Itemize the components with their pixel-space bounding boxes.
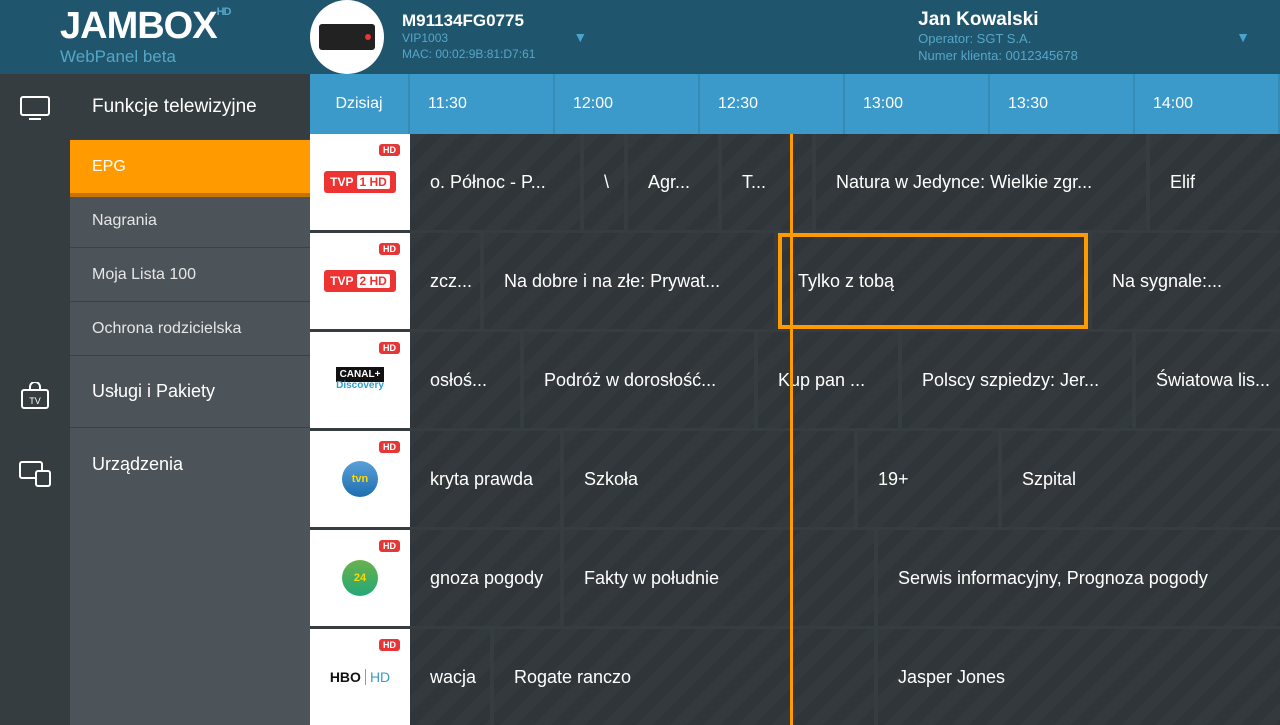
program-cell[interactable]: o. Północ - P... (410, 134, 580, 230)
program-track: gnoza pogodyFakty w południeSerwis infor… (410, 530, 1280, 626)
program-cell[interactable]: Agr... (628, 134, 718, 230)
hd-badge: HD (379, 639, 400, 651)
device-image (310, 0, 384, 74)
channel-cell[interactable]: HD TVP1 HD (310, 134, 410, 230)
user-name: Jan Kowalski (918, 9, 1198, 31)
svg-text:TV: TV (29, 396, 41, 406)
program-cell[interactable]: zcz... (410, 233, 480, 329)
program-cell[interactable]: kryta prawda (410, 431, 560, 527)
program-cell[interactable]: gnoza pogody (410, 530, 560, 626)
channel-cell[interactable]: HD CANAL+Discovery (310, 332, 410, 428)
time-cell[interactable]: 14:00 (1135, 74, 1280, 134)
program-cell[interactable]: Na sygnale:... (1092, 233, 1280, 329)
user-clientno: Numer klienta: 0012345678 (918, 48, 1198, 65)
hd-badge: HD (379, 144, 400, 156)
nav-item-epg[interactable]: EPG (70, 140, 310, 194)
hd-badge: HD (379, 441, 400, 453)
channel-logo: TVP2 HD (324, 270, 396, 292)
program-cell[interactable]: Szpital (1002, 431, 1280, 527)
program-cell[interactable]: \ (584, 134, 624, 230)
epg-row: HD TVP2 HD zcz...Na dobre i na złe: Prywat… (310, 233, 1280, 329)
channel-logo: HBOHD (330, 669, 390, 685)
program-cell[interactable]: Jasper Jones (878, 629, 1280, 725)
program-track: o. Północ - P...\Agr...T...Natura w Jedy… (410, 134, 1280, 230)
nav-item-mylist[interactable]: Moja Lista 100 (70, 248, 310, 302)
program-cell[interactable]: Szkoła (564, 431, 854, 527)
hd-badge: HD (379, 540, 400, 552)
logo-block: JAMBOXHD WebPanel beta (0, 7, 310, 67)
hd-badge: HD (379, 342, 400, 354)
user-selector[interactable]: Jan Kowalski Operator: SGT S.A. Numer kl… (918, 9, 1250, 65)
logo: JAMBOXHD (60, 7, 310, 45)
program-track: zcz...Na dobre i na złe: Prywat...Tylko … (410, 233, 1280, 329)
logo-subtitle: WebPanel beta (60, 47, 310, 67)
time-cell[interactable]: 12:30 (700, 74, 845, 134)
epg-row: HD CANAL+Discovery osłoś...Podróż w dorosł… (310, 332, 1280, 428)
channel-cell[interactable]: HD TVP2 HD (310, 233, 410, 329)
logo-hd-badge: HD (217, 6, 231, 18)
today-cell[interactable]: Dzisiaj (310, 74, 410, 134)
nav-item-parental[interactable]: Ochrona rodzicielska (70, 302, 310, 356)
icon-rail: TV (0, 74, 70, 725)
nav-item-recordings[interactable]: Nagrania (70, 194, 310, 248)
time-cell[interactable]: 13:30 (990, 74, 1135, 134)
channel-logo: 24 (342, 560, 378, 596)
program-track: kryta prawdaSzkoła19+Szpital (410, 431, 1280, 527)
time-cell[interactable]: 12:00 (555, 74, 700, 134)
epg-grid: Dzisiaj 11:3012:0012:3013:0013:3014:00 H… (310, 74, 1280, 725)
program-cell[interactable]: Serwis informacyjny, Prognoza pogody (878, 530, 1280, 626)
hd-badge: HD (379, 243, 400, 255)
chevron-down-icon[interactable]: ▼ (1216, 29, 1250, 45)
header: JAMBOXHD WebPanel beta M91134FG0775 VIP1… (0, 0, 1280, 74)
devices-icon[interactable] (18, 460, 52, 488)
program-cell[interactable]: osłoś... (410, 332, 520, 428)
tv-icon[interactable] (18, 94, 52, 122)
channel-cell[interactable]: HD24 (310, 530, 410, 626)
device-name: M91134FG0775 (402, 11, 535, 31)
channel-logo: tvn (342, 461, 378, 497)
nav-group-services[interactable]: Usługi i Pakiety (70, 356, 310, 428)
channel-logo: CANAL+Discovery (336, 369, 385, 391)
program-track: osłoś...Podróż w dorosłość...Kup pan ...… (410, 332, 1280, 428)
channel-logo: TVP1 HD (324, 171, 396, 193)
nav-group-devices[interactable]: Urządzenia (70, 428, 310, 500)
sidebar: Funkcje telewizyjne EPG Nagrania Moja Li… (70, 74, 310, 725)
epg-row: HD24gnoza pogodyFakty w południeSerwis i… (310, 530, 1280, 626)
main: TV Funkcje telewizyjne EPG Nagrania Moja… (0, 74, 1280, 725)
epg-rows: HD TVP1 HD o. Północ - P...\Agr...T...Natu… (310, 134, 1280, 725)
program-cell[interactable]: Polscy szpiedzy: Jer... (902, 332, 1132, 428)
device-mac: MAC: 00:02:9B:81:D7:61 (402, 47, 535, 63)
device-selector[interactable]: M91134FG0775 VIP1003 MAC: 00:02:9B:81:D7… (310, 0, 918, 74)
program-cell[interactable]: Rogate ranczo (494, 629, 874, 725)
time-cell[interactable]: 13:00 (845, 74, 990, 134)
time-header: Dzisiaj 11:3012:0012:3013:0013:3014:00 (310, 74, 1280, 134)
program-cell-selected[interactable]: Tylko z tobą (778, 233, 1088, 329)
user-operator: Operator: SGT S.A. (918, 31, 1198, 48)
program-cell[interactable]: Na dobre i na złe: Prywat... (484, 233, 774, 329)
program-cell[interactable]: Kup pan ... (758, 332, 898, 428)
epg-row: HDtvnkryta prawdaSzkoła19+Szpital (310, 431, 1280, 527)
nav-group-tv[interactable]: Funkcje telewizyjne (70, 74, 310, 140)
channel-cell[interactable]: HD HBOHD (310, 629, 410, 725)
program-track: wacjaRogate ranczoJasper Jones (410, 629, 1280, 725)
now-indicator (790, 134, 793, 725)
program-cell[interactable]: Fakty w południe (564, 530, 874, 626)
chevron-down-icon[interactable]: ▼ (553, 29, 627, 45)
channel-cell[interactable]: HDtvn (310, 431, 410, 527)
program-cell[interactable]: Natura w Jedynce: Wielkie zgr... (816, 134, 1146, 230)
time-cell[interactable]: 11:30 (410, 74, 555, 134)
services-icon[interactable]: TV (18, 382, 52, 410)
epg-row: HD TVP1 HD o. Północ - P...\Agr...T...Natu… (310, 134, 1280, 230)
program-cell[interactable]: T... (722, 134, 812, 230)
device-profile: VIP1003 (402, 31, 535, 47)
epg-row: HD HBOHD wacjaRogate ranczoJasper Jones (310, 629, 1280, 725)
program-cell[interactable]: wacja (410, 629, 490, 725)
program-cell[interactable]: 19+ (858, 431, 998, 527)
program-cell[interactable]: Podróż w dorosłość... (524, 332, 754, 428)
program-cell[interactable]: Elif (1150, 134, 1280, 230)
program-cell[interactable]: Światowa lis... (1136, 332, 1280, 428)
